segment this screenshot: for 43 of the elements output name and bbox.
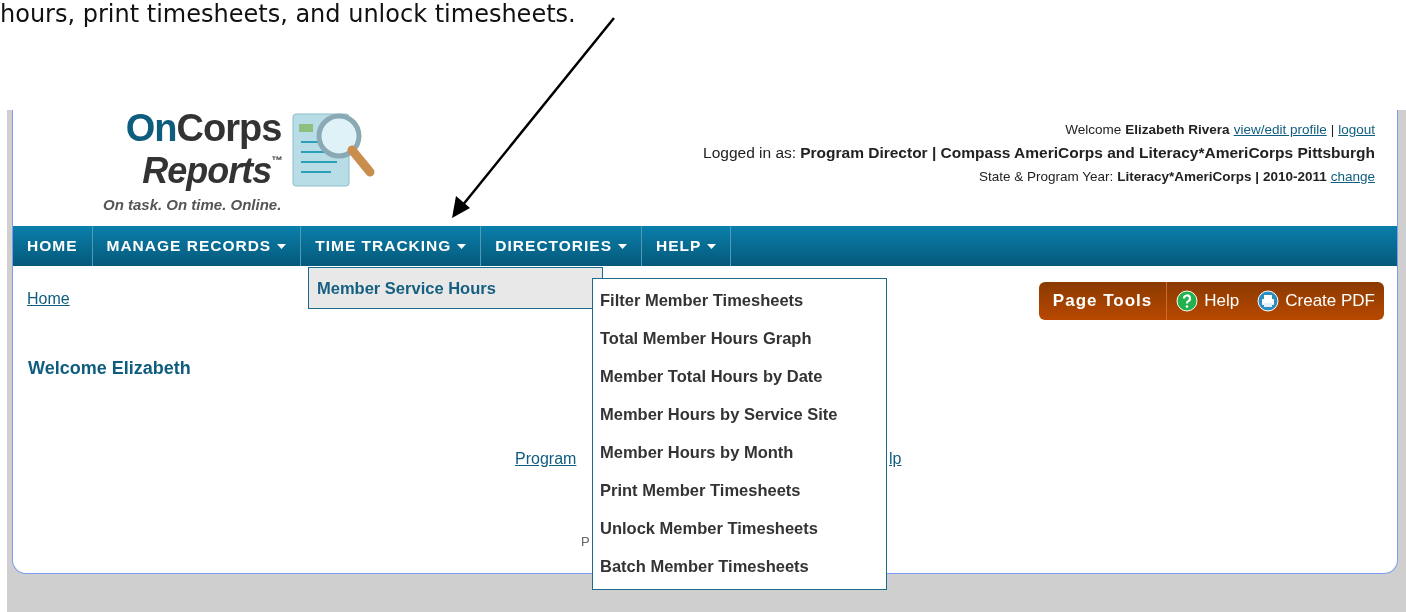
role-value: Program Director | Compass AmeriCorps and Literacy*AmeriCorps Pittsburgh bbox=[800, 144, 1375, 162]
year-label: State & Program Year: bbox=[978, 169, 1114, 184]
logout-link[interactable]: logout bbox=[1338, 122, 1375, 137]
user-name: Elizabeth Rivera bbox=[1125, 122, 1230, 137]
trademark-text: ™ bbox=[271, 154, 282, 166]
submenu-item[interactable]: Print Member Timesheets bbox=[593, 471, 886, 509]
help-link[interactable]: lp bbox=[889, 450, 902, 468]
help-button[interactable]: Help bbox=[1167, 290, 1249, 312]
printer-icon bbox=[1257, 290, 1280, 312]
caret-icon bbox=[277, 243, 287, 249]
caret-icon bbox=[457, 243, 467, 249]
annotation-text: hours, print timesheets, and unlock timesheets. bbox=[0, 0, 576, 29]
caret-icon bbox=[618, 243, 627, 249]
logo-text: On bbox=[125, 106, 177, 150]
submenu-item[interactable]: Total Member Hours Graph bbox=[593, 319, 886, 357]
caret-icon bbox=[707, 243, 717, 249]
logo-text: Corps bbox=[176, 106, 282, 150]
role-label: Logged in as: bbox=[703, 144, 797, 162]
nav-item[interactable]: DIRECTORIES bbox=[481, 226, 642, 266]
program-link[interactable]: Program bbox=[515, 450, 577, 468]
nav-item[interactable]: HELP bbox=[642, 226, 732, 266]
nav-item[interactable]: MANAGE RECORDS bbox=[92, 226, 302, 266]
logo-tagline: On task. On time. Online. bbox=[103, 196, 282, 213]
submenu-item[interactable]: Member Total Hours by Date bbox=[593, 357, 886, 395]
change-link[interactable]: change bbox=[1330, 169, 1375, 184]
help-icon bbox=[1176, 290, 1199, 312]
page-heading: Welcome Elizabeth bbox=[28, 358, 191, 379]
profile-link[interactable]: view/edit profile bbox=[1233, 122, 1327, 137]
submenu-item[interactable]: Member Hours by Service Site bbox=[593, 395, 886, 433]
menu-item[interactable]: Member Service Hours bbox=[309, 268, 602, 308]
submenu-item[interactable]: Member Hours by Month bbox=[593, 433, 886, 471]
create-pdf-button[interactable]: Create PDF bbox=[1248, 290, 1384, 312]
submenu-item[interactable]: Unlock Member Timesheets bbox=[593, 509, 886, 547]
year-value: Literacy*AmeriCorps | 2010-2011 bbox=[1117, 169, 1327, 184]
welcome-text: Welcome bbox=[1065, 122, 1122, 137]
breadcrumb-link[interactable]: Home bbox=[27, 290, 70, 308]
logo-text: Reports bbox=[142, 150, 272, 192]
footer-text: P bbox=[581, 534, 590, 549]
nav-item[interactable]: TIME TRACKING bbox=[301, 226, 482, 266]
page-tools-title: Page Tools bbox=[1038, 282, 1168, 320]
separator-text: | bbox=[1330, 122, 1335, 137]
submenu-item[interactable]: Batch Member Timesheets bbox=[593, 547, 886, 585]
nav-item[interactable]: HOME bbox=[13, 226, 93, 266]
